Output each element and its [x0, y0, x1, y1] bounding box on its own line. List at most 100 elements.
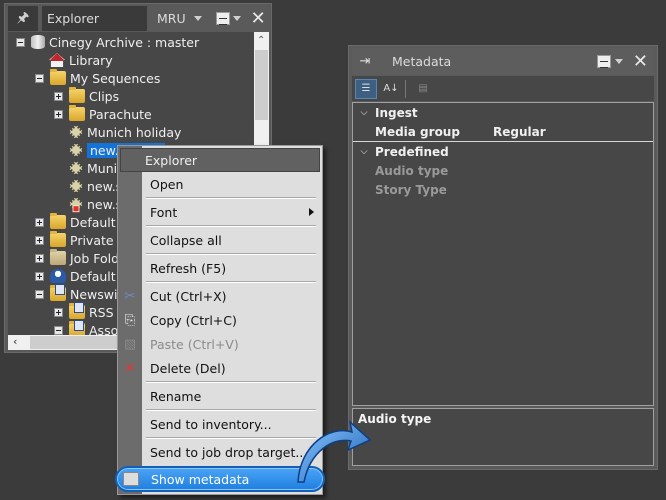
- scroll-left-icon[interactable]: ‹: [13, 335, 17, 348]
- sequence-icon: [68, 160, 84, 176]
- scrollbar-thumb[interactable]: [255, 50, 268, 120]
- expand-icon[interactable]: [35, 253, 44, 263]
- tree-item[interactable]: Cinegy Archive : master: [16, 33, 199, 51]
- pin-icon[interactable]: 🖈: [8, 6, 38, 31]
- tree-item[interactable]: Parachute: [54, 105, 152, 123]
- menu-item-label: Copy (Ctrl+C): [150, 312, 237, 328]
- metadata-toolbar: ☰ A↓ ▤: [352, 76, 654, 101]
- private-folder-icon: [50, 231, 66, 247]
- tab-label: Explorer: [47, 11, 100, 26]
- collapse-icon[interactable]: [16, 37, 25, 47]
- category-row[interactable]: ⌵ Predefined: [353, 142, 653, 161]
- tree-item[interactable]: new.s: [68, 177, 122, 195]
- menu-separator: [146, 197, 316, 198]
- properties-icon[interactable]: [215, 12, 230, 25]
- chevron-down-icon[interactable]: [614, 59, 623, 64]
- menu-item-open[interactable]: Open: [142, 173, 320, 195]
- tree-item[interactable]: new.s: [68, 195, 122, 213]
- metadata-panel: ⇥ Metadata ✕ ☰ A↓ ▤ ⌵ Ingest Media group R…: [348, 45, 658, 470]
- menu-item-copy[interactable]: ⎘ Copy (Ctrl+C): [125, 309, 320, 331]
- menu-separator: [146, 437, 316, 438]
- category-row[interactable]: ⌵ Ingest: [353, 103, 653, 122]
- sequence-icon: [68, 124, 84, 140]
- menu-item-label: Font: [150, 204, 178, 220]
- close-icon[interactable]: ✕: [633, 52, 648, 71]
- tree-item[interactable]: Default P: [35, 267, 127, 285]
- sort-alphabetical-icon[interactable]: A↓: [380, 79, 402, 99]
- scissors-icon: ✂: [124, 288, 136, 304]
- job-folder-icon: [50, 249, 66, 265]
- news-folder-icon: [69, 320, 85, 335]
- chevron-down-icon[interactable]: ⌵: [353, 147, 375, 157]
- menu-item-label: Show metadata: [151, 471, 250, 487]
- menu-item-paste[interactable]: ▧ Paste (Ctrl+V): [124, 333, 320, 355]
- folder-icon: [50, 69, 66, 85]
- categorized-view-icon[interactable]: ☰: [355, 78, 377, 99]
- property-row[interactable]: Audio type: [353, 161, 653, 180]
- delete-x-icon: ✕: [124, 360, 136, 376]
- tree-item[interactable]: Assoc: [54, 320, 125, 335]
- tree-item[interactable]: Muni: [68, 159, 118, 177]
- chevron-down-icon[interactable]: ⌵: [353, 108, 375, 118]
- tree-item-label: Newswir: [70, 286, 123, 302]
- category-label: Predefined: [375, 144, 449, 159]
- folder-icon: [69, 105, 85, 121]
- property-pages-icon[interactable]: ▤: [412, 79, 434, 99]
- folder-icon: [50, 213, 66, 229]
- folder-icon: [69, 87, 85, 103]
- tree-item[interactable]: Job Folde: [35, 249, 127, 267]
- menu-item-refresh[interactable]: Refresh (F5): [142, 257, 320, 279]
- property-grid: ⌵ Ingest Media group Regular ⌵ Predefined A…: [352, 102, 654, 406]
- tree-item[interactable]: Clips: [54, 87, 119, 105]
- tab-explorer[interactable]: Explorer: [42, 6, 147, 31]
- news-folder-icon: [50, 284, 66, 301]
- menu-item-delete[interactable]: ✕ Delete (Del): [125, 357, 320, 379]
- news-folder-icon: [69, 302, 85, 319]
- property-row[interactable]: Story Type: [353, 180, 653, 199]
- property-name: Media group: [375, 124, 460, 139]
- tree-item[interactable]: RSS F: [54, 302, 125, 321]
- tree-item-label: Muni: [87, 160, 118, 176]
- tree-item[interactable]: Newswir: [35, 284, 123, 303]
- property-value[interactable]: Regular: [493, 125, 546, 139]
- panel-title: Metadata: [392, 54, 452, 69]
- expand-icon[interactable]: [35, 217, 44, 227]
- collapse-icon[interactable]: [54, 325, 63, 335]
- chevron-down-icon[interactable]: [232, 16, 241, 21]
- expand-icon[interactable]: [54, 109, 63, 119]
- mru-dropdown[interactable]: MRU: [157, 11, 186, 26]
- menu-item-collapse-all[interactable]: Collapse all: [142, 229, 320, 251]
- chevron-down-icon[interactable]: [193, 16, 202, 21]
- tree-item[interactable]: My Sequences: [35, 69, 160, 87]
- property-row[interactable]: Media group Regular: [353, 122, 653, 141]
- menu-item-send-to-inventory[interactable]: Send to inventory...: [142, 413, 320, 435]
- tree-item[interactable]: Library: [49, 51, 113, 69]
- properties-icon[interactable]: [596, 55, 611, 68]
- menu-item-label: Collapse all: [150, 232, 222, 248]
- menu-item-label: Send to job drop target...: [150, 444, 308, 460]
- tree-item[interactable]: Munich holiday: [68, 123, 182, 141]
- menu-item-font[interactable]: Font: [142, 201, 320, 223]
- menu-item-label: Open: [150, 176, 184, 192]
- expand-icon[interactable]: [35, 271, 44, 281]
- menu-item-label: Cut (Ctrl+X): [150, 288, 227, 304]
- expand-icon[interactable]: [54, 307, 63, 317]
- menu-item-send-to-job-drop-target[interactable]: Send to job drop target...: [142, 441, 320, 463]
- tree-item-label: Munich holiday: [87, 124, 182, 140]
- close-icon[interactable]: ✕: [251, 9, 266, 28]
- sequence-locked-icon: [68, 196, 84, 212]
- sequence-icon: [68, 142, 84, 158]
- tree-item-label: Parachute: [89, 106, 152, 122]
- menu-item-cut[interactable]: ✂ Cut (Ctrl+X): [125, 285, 320, 307]
- expand-icon[interactable]: [35, 235, 44, 245]
- tree-item[interactable]: Private fo: [35, 231, 130, 249]
- scroll-up-icon[interactable]: ⌃: [257, 35, 265, 46]
- pin-icon[interactable]: ⇥: [352, 54, 378, 69]
- collapse-icon[interactable]: [35, 73, 44, 83]
- context-menu: Explorer Open Font Collapse all Refresh …: [115, 145, 325, 495]
- collapse-icon[interactable]: [35, 289, 44, 299]
- description-pane: Audio type: [352, 408, 654, 466]
- menu-item-show-metadata[interactable]: Show metadata: [115, 466, 325, 492]
- expand-icon[interactable]: [54, 91, 63, 101]
- menu-item-rename[interactable]: Rename: [142, 385, 320, 407]
